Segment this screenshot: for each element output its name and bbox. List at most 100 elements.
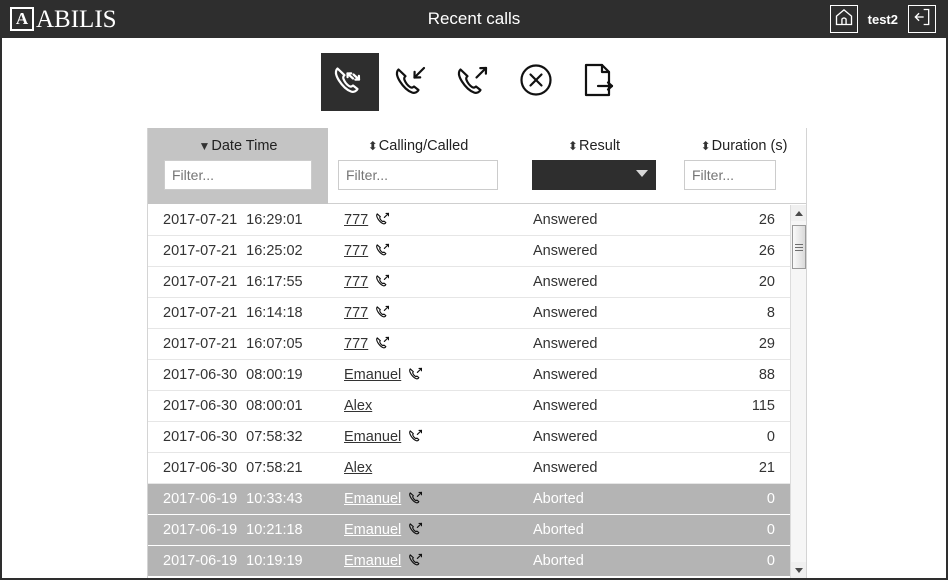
vertical-scrollbar[interactable]: [790, 205, 806, 578]
table-row[interactable]: 2017-06-30 08:00:19 Emanuel Answered 88: [148, 360, 790, 391]
table-row[interactable]: 2017-06-30 07:58:21 Alex Answered 21: [148, 453, 790, 484]
cell-duration: 29: [758, 336, 775, 352]
filter-result-dropdown[interactable]: [532, 160, 656, 190]
scrollbar-thumb[interactable]: [792, 225, 806, 269]
table-row[interactable]: 2017-06-19 10:21:18 Emanuel Aborted 0: [148, 515, 790, 546]
sort-none-icon: ⬍: [567, 139, 578, 153]
cell-time: 08:00:01: [246, 398, 303, 414]
table-row[interactable]: 2017-07-21 16:17:55 777 Answered 20: [148, 267, 790, 298]
grip-icon: [795, 242, 803, 253]
cell-date: 2017-06-19: [163, 491, 238, 507]
scroll-up-button[interactable]: [791, 205, 806, 221]
cell-date: 2017-07-21: [163, 336, 238, 352]
party-link[interactable]: 777: [344, 212, 368, 228]
phone-outgoing-icon: [408, 425, 425, 456]
cell-date: 2017-07-21: [163, 305, 238, 321]
party-link[interactable]: 777: [344, 243, 368, 259]
party-link[interactable]: Emanuel: [344, 367, 401, 383]
filter-date-time[interactable]: [164, 160, 312, 190]
phone-outgoing-icon: [375, 301, 392, 332]
party-link[interactable]: Emanuel: [344, 553, 401, 569]
column-label-calling-called: ⬍Calling/Called: [367, 138, 469, 154]
cell-date: 2017-06-30: [163, 398, 238, 414]
cell-date-time: 2017-06-30 07:58:32: [163, 422, 333, 453]
table-row[interactable]: 2017-07-21 16:14:18 777 Answered 8: [148, 298, 790, 329]
cell-calling-called: Emanuel: [344, 360, 509, 391]
cell-result: Answered: [533, 243, 598, 259]
cell-calling-called: 777: [344, 329, 509, 360]
cell-time: 07:58:32: [246, 429, 303, 445]
cell-calling-called: 777: [344, 236, 509, 267]
logout-button[interactable]: [908, 5, 936, 33]
table-row[interactable]: 2017-06-30 08:00:01 Alex Answered 115: [148, 391, 790, 422]
cell-duration: 0: [766, 553, 775, 569]
all-calls-button[interactable]: [321, 53, 379, 111]
cell-time: 16:07:05: [246, 336, 303, 352]
party-link[interactable]: 777: [344, 274, 368, 290]
party-link[interactable]: Alex: [344, 398, 372, 414]
party-link[interactable]: 777: [344, 305, 368, 321]
cell-duration: 20: [758, 274, 775, 290]
column-label-result: ⬍Result: [567, 138, 621, 154]
home-button[interactable]: [829, 5, 858, 33]
table-body: 2017-07-21 16:29:01 777 Answered 26 2017-07-2…: [148, 205, 790, 578]
cell-result: Answered: [533, 367, 598, 383]
cell-result: Answered: [533, 336, 598, 352]
party-link[interactable]: Emanuel: [344, 429, 401, 445]
table-row[interactable]: 2017-07-21 16:07:05 777 Answered 29: [148, 329, 790, 360]
party-link[interactable]: Emanuel: [344, 522, 401, 538]
cell-date-time: 2017-06-19 10:21:18: [163, 515, 333, 546]
column-header-result[interactable]: ⬍Result: [508, 128, 680, 204]
phone-outgoing-icon: [375, 239, 392, 270]
cell-date: 2017-06-30: [163, 460, 238, 476]
header-actions: test2: [829, 5, 936, 33]
sort-none-icon: ⬍: [367, 139, 378, 153]
cell-result: Answered: [533, 274, 598, 290]
user-name: test2: [867, 11, 898, 27]
triangle-up-icon: [795, 210, 803, 216]
party-link[interactable]: 777: [344, 336, 368, 352]
scroll-down-button[interactable]: [791, 562, 806, 578]
cell-duration: 0: [766, 491, 775, 507]
cell-time: 10:33:43: [246, 491, 303, 507]
cell-calling-called: Emanuel: [344, 546, 509, 577]
cell-duration: 21: [758, 460, 775, 476]
aborted-calls-button[interactable]: [507, 53, 565, 111]
cell-duration: 115: [751, 398, 775, 414]
call-filter-toolbar: [2, 38, 946, 126]
table-row[interactable]: 2017-07-21 16:25:02 777 Answered 26: [148, 236, 790, 267]
cell-duration: 0: [766, 522, 775, 538]
cell-date: 2017-07-21: [163, 212, 238, 228]
phone-outgoing-icon: [375, 332, 392, 363]
phone-outgoing-icon: [375, 208, 392, 239]
table-row[interactable]: 2017-07-21 16:29:01 777 Answered 26: [148, 205, 790, 236]
export-button[interactable]: [569, 53, 627, 111]
column-header-calling-called[interactable]: ⬍Calling/Called: [328, 128, 508, 204]
cell-calling-called: Emanuel: [344, 422, 509, 453]
filter-duration[interactable]: [684, 160, 776, 190]
cell-date-time: 2017-07-21 16:07:05: [163, 329, 333, 360]
table-row[interactable]: 2017-06-19 10:33:43 Emanuel Aborted 0: [148, 484, 790, 515]
chevron-down-icon: [636, 170, 648, 177]
filter-calling-called[interactable]: [338, 160, 498, 190]
cell-date: 2017-07-21: [163, 243, 238, 259]
cell-duration: 26: [758, 212, 775, 228]
party-link[interactable]: Emanuel: [344, 491, 401, 507]
table-row[interactable]: 2017-06-30 07:58:32 Emanuel Answered 0: [148, 422, 790, 453]
table-header: ▼Date Time ⬍Calling/Called ⬍Result: [148, 128, 806, 204]
incoming-calls-button[interactable]: [383, 53, 441, 111]
cell-time: 16:14:18: [246, 305, 303, 321]
circle-x-icon: [516, 60, 556, 105]
cell-duration: 8: [766, 305, 775, 321]
outgoing-calls-button[interactable]: [445, 53, 503, 111]
table-row[interactable]: 2017-06-19 10:19:19 Emanuel Aborted 0: [148, 546, 790, 577]
party-link[interactable]: Alex: [344, 460, 372, 476]
cell-date: 2017-07-21: [163, 274, 238, 290]
cell-date-time: 2017-06-19 10:19:19: [163, 546, 333, 577]
column-header-duration[interactable]: ⬍Duration (s): [680, 128, 806, 204]
column-header-date-time[interactable]: ▼Date Time: [148, 128, 328, 204]
phone-outgoing-icon: [408, 487, 425, 518]
cell-date-time: 2017-07-21 16:14:18: [163, 298, 333, 329]
cell-duration: 88: [758, 367, 775, 383]
cell-date-time: 2017-06-30 08:00:01: [163, 391, 333, 422]
